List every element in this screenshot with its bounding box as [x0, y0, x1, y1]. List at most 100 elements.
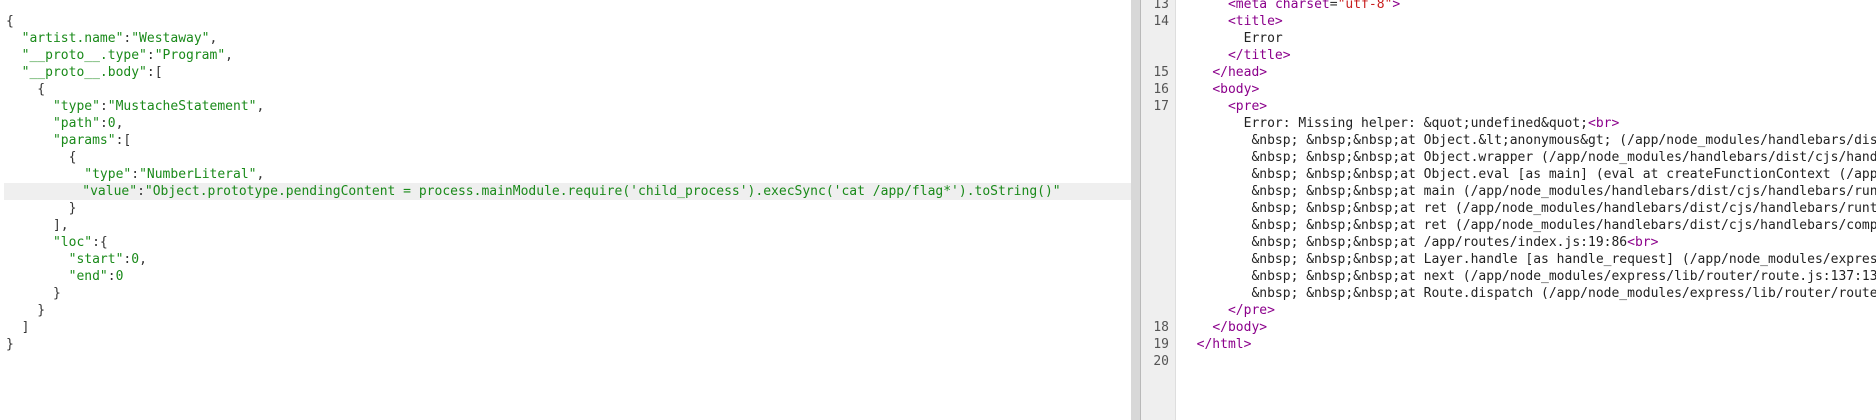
line-number — [1145, 200, 1169, 217]
code-token: "artist.name" — [21, 31, 124, 46]
code-token: "type" — [84, 167, 132, 182]
code-token: :[ — [146, 65, 163, 80]
code-line[interactable]: { — [6, 13, 1131, 30]
response-token: &nbsp; &nbsp;&nbsp;at main (/app/node_mo… — [1181, 184, 1876, 199]
response-line: &nbsp; &nbsp;&nbsp;at ret (/app/node_mod… — [1181, 200, 1876, 217]
code-line[interactable]: "path":0, — [6, 115, 1131, 132]
response-token: <br> — [1627, 235, 1659, 250]
response-line: &nbsp; &nbsp;&nbsp;at main (/app/node_mo… — [1181, 183, 1876, 200]
code-token: "end" — [68, 269, 108, 284]
line-number: 19 — [1153, 337, 1169, 352]
code-token: "params" — [52, 133, 116, 148]
code-line[interactable]: } — [6, 285, 1131, 302]
code-line[interactable]: } — [6, 302, 1131, 319]
code-line[interactable]: { — [6, 149, 1131, 166]
line-number — [1145, 30, 1169, 47]
response-token: &nbsp; &nbsp;&nbsp;at Object.&lt;anonymo… — [1181, 133, 1876, 148]
code-token: } — [6, 303, 46, 318]
response-token: <pre> — [1227, 99, 1268, 114]
response-line: <meta charset="utf-8"> — [1181, 0, 1400, 13]
response-line: </html> — [1181, 336, 1252, 353]
code-token: : — [107, 269, 116, 284]
line-number — [1145, 132, 1169, 149]
response-token — [1181, 82, 1212, 97]
response-line: </title> — [1181, 47, 1291, 64]
code-token: "loc" — [52, 235, 93, 250]
code-line[interactable]: "loc":{ — [6, 234, 1131, 251]
response-token: "utf-8" — [1337, 0, 1393, 12]
response-token — [1181, 303, 1228, 318]
code-line[interactable]: } — [6, 200, 1131, 217]
response-line: </body> — [1181, 319, 1267, 336]
response-token — [1181, 99, 1228, 114]
code-token: { — [6, 14, 14, 29]
code-line[interactable]: { — [6, 81, 1131, 98]
code-token: 0 — [107, 116, 116, 131]
response-token — [1181, 0, 1228, 12]
code-token: , — [209, 31, 218, 46]
response-line: <title> — [1181, 13, 1283, 30]
response-token: &nbsp; &nbsp;&nbsp;at ret (/app/node_mod… — [1181, 201, 1876, 216]
response-token: Error — [1181, 31, 1283, 46]
code-line[interactable]: ], — [6, 217, 1131, 234]
code-token: ] — [6, 320, 30, 335]
code-token: : — [146, 48, 155, 63]
response-line: &nbsp; &nbsp;&nbsp;at next (/app/node_mo… — [1181, 268, 1876, 285]
code-token: : — [137, 184, 145, 199]
code-line[interactable]: "__proto__.body":[ — [6, 64, 1131, 81]
response-viewer[interactable]: 13 14 15 16 17 18 19 20 <meta charset="utf-8"> … — [1145, 0, 1876, 420]
response-token: <body> — [1212, 82, 1260, 97]
code-token: "__proto__.type" — [21, 48, 147, 63]
response-token: </body> — [1212, 320, 1268, 335]
code-line[interactable]: "end":0 — [6, 268, 1131, 285]
response-token: </html> — [1196, 337, 1252, 352]
code-token: "Object.prototype.pendingContent = proce… — [144, 184, 1061, 199]
request-body-editor[interactable]: { "artist.name":"Westaway", "__proto__.t… — [0, 0, 1131, 420]
code-token: "path" — [52, 116, 100, 131]
code-token: } — [6, 286, 61, 301]
line-number — [1145, 47, 1169, 64]
response-line: &nbsp; &nbsp;&nbsp;at Layer.handle [as h… — [1181, 251, 1876, 268]
response-token: &nbsp; &nbsp;&nbsp;at next (/app/node_mo… — [1181, 269, 1876, 284]
response-line: &nbsp; &nbsp;&nbsp;at Route.dispatch (/a… — [1181, 285, 1876, 302]
line-number — [1145, 149, 1169, 166]
response-line: <body> — [1181, 81, 1259, 98]
response-token: <br> — [1588, 116, 1620, 131]
code-line[interactable]: } — [6, 336, 1131, 353]
response-token: &nbsp; &nbsp;&nbsp;at Object.wrapper (/a… — [1181, 150, 1876, 165]
code-line[interactable]: "artist.name":"Westaway", — [6, 30, 1131, 47]
line-number — [1145, 285, 1169, 302]
response-token: charset — [1274, 0, 1330, 12]
code-line[interactable]: ] — [6, 319, 1131, 336]
line-number: 13 — [1153, 0, 1169, 12]
code-line[interactable]: "start":0, — [6, 251, 1131, 268]
pane-divider[interactable] — [1131, 0, 1145, 420]
code-line[interactable]: "params":[ — [6, 132, 1131, 149]
code-line[interactable]: "type":"MustacheStatement", — [6, 98, 1131, 115]
response-line: &nbsp; &nbsp;&nbsp;at Object.wrapper (/a… — [1181, 149, 1876, 166]
code-line[interactable]: "__proto__.type":"Program", — [6, 47, 1131, 64]
line-number — [1145, 183, 1169, 200]
response-token — [1181, 337, 1197, 352]
code-token: "NumberLiteral" — [139, 167, 257, 182]
response-token: &nbsp; &nbsp;&nbsp;at Layer.handle [as h… — [1181, 252, 1876, 267]
code-line[interactable]: "type":"NumberLiteral", — [6, 166, 1131, 183]
response-line: Error: Missing helper: &quot;undefined&q… — [1181, 115, 1620, 132]
code-token: , — [139, 252, 147, 267]
response-token: &nbsp; &nbsp;&nbsp;at ret (/app/node_mod… — [1181, 218, 1876, 233]
line-number: 16 — [1153, 82, 1169, 97]
code-line-highlighted[interactable]: "value":"Object.prototype.pendingContent… — [4, 183, 1131, 200]
line-number: 20 — [1153, 354, 1169, 369]
code-token: "value" — [82, 184, 138, 199]
line-number — [1145, 115, 1169, 132]
response-token: = — [1329, 0, 1338, 12]
line-number: 15 — [1153, 65, 1169, 80]
line-number: 14 — [1153, 14, 1169, 29]
